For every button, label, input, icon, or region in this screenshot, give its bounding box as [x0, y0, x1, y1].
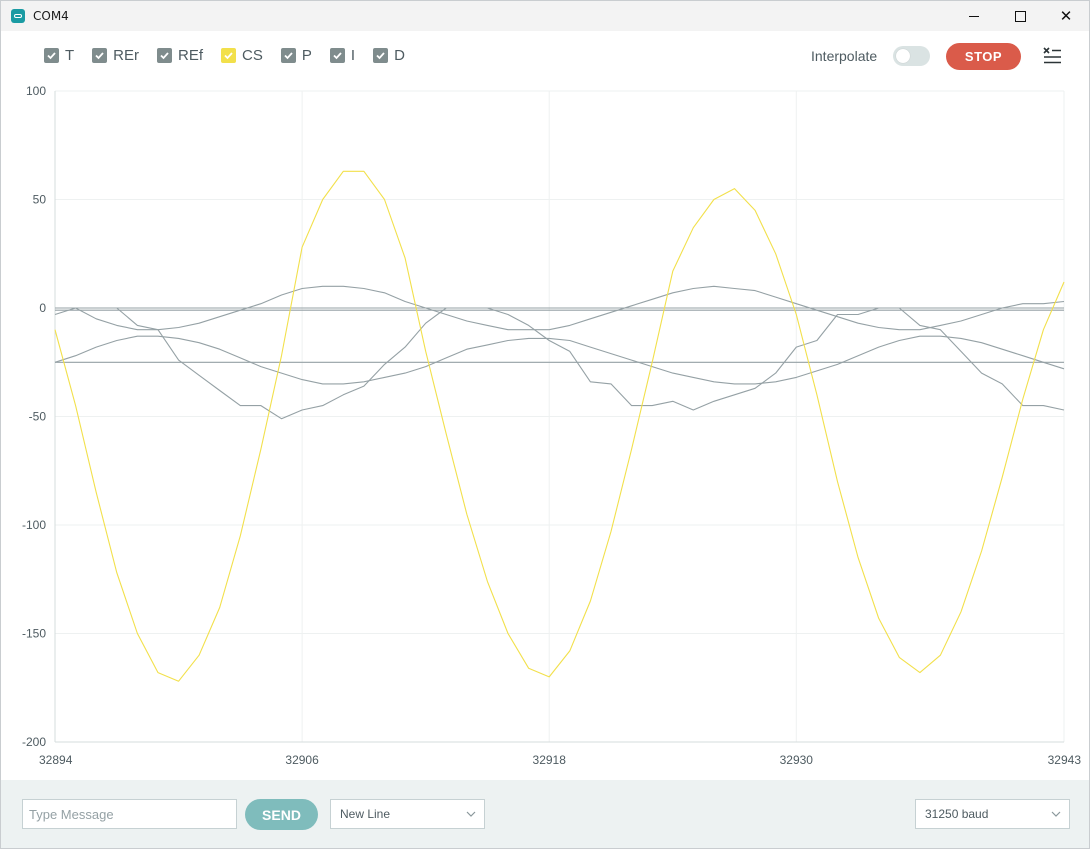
series-legend: T REr REf CS P I D [44, 47, 423, 64]
line-ending-select[interactable]: New Line [330, 799, 485, 829]
toggle-knob [896, 49, 910, 63]
check-icon [376, 52, 385, 60]
legend-checkbox[interactable] [92, 48, 108, 63]
stop-button[interactable]: STOP [946, 43, 1021, 70]
x-tick-label: 32906 [285, 753, 319, 767]
legend-item-p[interactable]: P [280, 47, 312, 64]
legend-checkbox[interactable] [373, 48, 389, 63]
x-tick-label: 32930 [780, 753, 814, 767]
series-line-cs [54, 170, 1065, 682]
maximize-icon [1014, 10, 1026, 22]
series-line-i [55, 307, 1065, 420]
check-icon [95, 52, 104, 60]
legend-label: REf [178, 47, 204, 64]
legend-label: T [65, 47, 75, 64]
plot-area: 100 50 0 -50 -100 -150 -200 32894 32906 32918 3293… [1, 82, 1089, 780]
y-tick-label: 100 [26, 84, 46, 98]
legend-checkbox[interactable] [221, 48, 237, 63]
serial-plotter-window: COM4 ✕ T REr REf CS P I D Interpolate STOP 100… [0, 0, 1090, 849]
legend-label: P [301, 47, 312, 64]
plotter-toolbar: T REr REf CS P I D Interpolate STOP [1, 32, 1089, 82]
check-icon [284, 52, 293, 60]
chevron-down-icon [466, 811, 476, 817]
check-icon [224, 52, 233, 60]
interpolate-label: Interpolate [811, 48, 878, 64]
y-tick-label: 50 [33, 193, 47, 207]
y-tick-label: -150 [22, 627, 46, 641]
line-chart: 100 50 0 -50 -100 -150 -200 32894 32906 32918 3293… [22, 84, 1082, 767]
legend-label: REr [113, 47, 140, 64]
arduino-app-icon [11, 9, 25, 23]
legend-checkbox[interactable] [329, 48, 345, 63]
legend-checkbox[interactable] [44, 48, 59, 63]
series-line-p [54, 335, 1065, 385]
minimize-button[interactable] [951, 1, 997, 31]
window-title: COM4 [33, 9, 69, 23]
x-tick-label: 32943 [1048, 753, 1082, 767]
legend-item-rer[interactable]: REr [92, 47, 139, 64]
close-icon: ✕ [1059, 7, 1073, 25]
check-icon [333, 52, 342, 60]
minimize-icon [969, 15, 979, 17]
message-bar: Type Message SEND New Line 31250 baud [1, 780, 1089, 848]
y-tick-label: -50 [29, 410, 47, 424]
y-tick-label: 0 [39, 301, 46, 315]
baud-rate-select[interactable]: 31250 baud [915, 799, 1070, 829]
legend-checkbox[interactable] [280, 48, 296, 63]
send-button[interactable]: SEND [245, 799, 318, 830]
title-bar: COM4 ✕ [1, 1, 1089, 31]
chevron-down-icon [1051, 811, 1061, 817]
clear-list-icon [1043, 47, 1061, 64]
check-icon [47, 52, 56, 60]
clear-plot-button[interactable] [1042, 46, 1062, 66]
maximize-button[interactable] [997, 1, 1043, 31]
x-tick-label: 32894 [39, 753, 73, 767]
legend-label: D [394, 47, 405, 64]
legend-label: CS [242, 47, 263, 64]
legend-item-d[interactable]: D [373, 47, 405, 64]
y-tick-label: -100 [22, 518, 46, 532]
x-tick-label: 32918 [533, 753, 567, 767]
close-button[interactable]: ✕ [1043, 1, 1089, 31]
baud-rate-value: 31250 baud [925, 807, 989, 821]
interpolate-toggle[interactable] [893, 46, 930, 66]
legend-item-ref[interactable]: REf [157, 47, 203, 64]
message-input[interactable]: Type Message [22, 799, 237, 829]
legend-checkbox[interactable] [157, 48, 173, 63]
check-icon [160, 52, 169, 60]
legend-item-i[interactable]: I [329, 47, 356, 64]
line-ending-value: New Line [340, 807, 391, 821]
legend-label: I [350, 47, 356, 64]
legend-item-cs[interactable]: CS [221, 47, 263, 64]
y-tick-label: -200 [22, 735, 46, 749]
legend-item-t[interactable]: T [44, 47, 74, 64]
